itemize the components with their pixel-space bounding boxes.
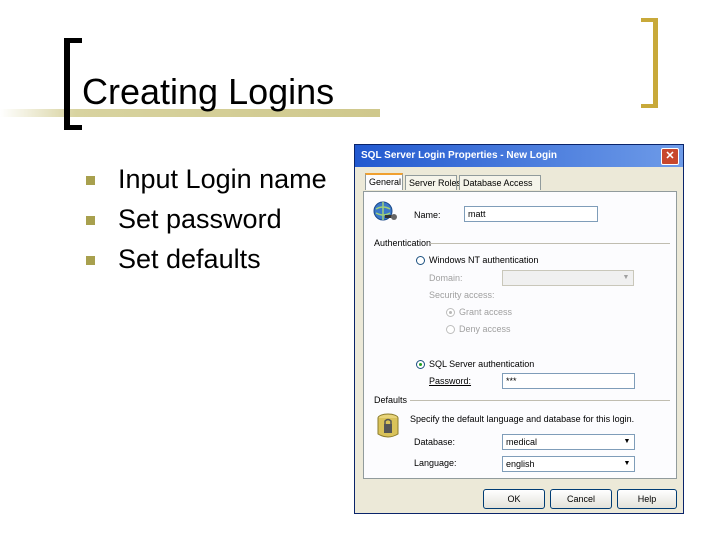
- language-label: Language:: [414, 458, 457, 468]
- deny-access-radio: [446, 325, 455, 334]
- bullet-text: Input Login name: [118, 164, 327, 194]
- password-label: Password:: [429, 376, 472, 386]
- grant-access-radio: [446, 308, 455, 317]
- language-select[interactable]: english ▼: [502, 456, 635, 472]
- cancel-button[interactable]: Cancel: [550, 489, 612, 509]
- left-bracket: [64, 38, 70, 130]
- general-tab-panel: Name: matt Authentication Windows NT aut…: [363, 191, 677, 479]
- windows-auth-label[interactable]: Windows NT authentication: [429, 255, 538, 265]
- chevron-down-icon: ▼: [622, 274, 630, 281]
- slide-title: Creating Logins: [82, 71, 335, 112]
- authentication-group-label: Authentication: [374, 238, 432, 248]
- tab-general[interactable]: General: [365, 173, 403, 190]
- left-bracket-bottom: [64, 125, 82, 130]
- close-icon[interactable]: ✕: [661, 148, 679, 165]
- defaults-group-label: Defaults: [374, 395, 408, 405]
- language-value: english: [506, 459, 535, 469]
- bullet-text: Set defaults: [118, 244, 261, 274]
- left-bracket-top: [64, 38, 82, 43]
- sql-auth-radio[interactable]: [416, 360, 425, 369]
- chevron-down-icon[interactable]: ▼: [621, 436, 633, 448]
- login-globe-key-icon: [373, 201, 397, 221]
- name-label: Name:: [414, 210, 441, 220]
- bullet-marker: [86, 176, 95, 185]
- grant-access-label: Grant access: [459, 307, 513, 317]
- domain-label: Domain:: [429, 273, 463, 283]
- database-label: Database:: [414, 437, 456, 447]
- defaults-description: Specify the default language and databas…: [410, 414, 635, 424]
- bullet-marker: [86, 256, 95, 265]
- ok-button[interactable]: OK: [483, 489, 545, 509]
- right-bracket-bottom: [641, 104, 658, 108]
- bullet-text: Set password: [118, 204, 282, 234]
- database-select[interactable]: medical ▼: [502, 434, 635, 450]
- dialog-titlebar[interactable]: SQL Server Login Properties - New Login …: [355, 145, 683, 167]
- deny-access-label: Deny access: [459, 324, 511, 334]
- windows-auth-radio[interactable]: [416, 256, 425, 265]
- sql-auth-label[interactable]: SQL Server authentication: [429, 359, 534, 369]
- tab-server-roles[interactable]: Server Roles: [405, 175, 461, 190]
- dialog-title: SQL Server Login Properties - New Login: [361, 150, 557, 161]
- security-access-label: Security access:: [429, 290, 495, 300]
- help-button[interactable]: Help: [617, 489, 677, 509]
- password-input[interactable]: ***: [502, 373, 635, 389]
- authentication-divider: [430, 243, 670, 244]
- login-properties-dialog: SQL Server Login Properties - New Login …: [354, 144, 684, 514]
- domain-select: ▼: [502, 270, 634, 286]
- defaults-database-icon: [377, 413, 399, 438]
- bullet-marker: [86, 216, 95, 225]
- chevron-down-icon[interactable]: ▼: [621, 458, 633, 470]
- defaults-divider: [410, 400, 670, 401]
- right-bracket-top: [641, 18, 658, 22]
- tab-database-access[interactable]: Database Access: [459, 175, 541, 190]
- right-bracket: [653, 18, 658, 108]
- database-value: medical: [506, 437, 538, 447]
- name-input[interactable]: matt: [464, 206, 598, 222]
